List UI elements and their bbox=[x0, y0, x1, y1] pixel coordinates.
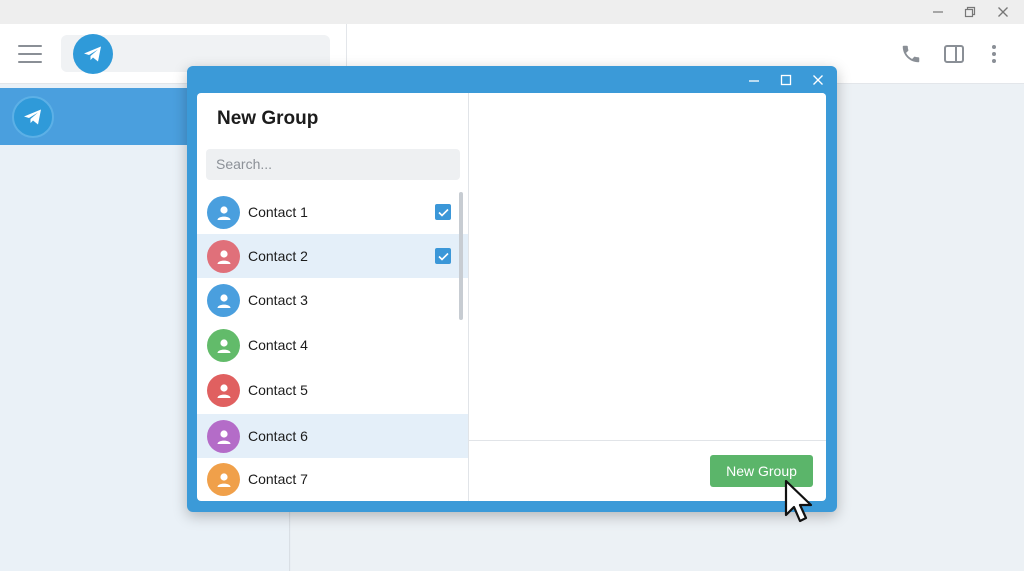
app-titlebar bbox=[0, 0, 1024, 24]
minimize-icon[interactable] bbox=[927, 2, 949, 22]
contact-row-6[interactable]: Contact 6 bbox=[197, 414, 468, 458]
dialog-maximize-icon[interactable] bbox=[775, 70, 797, 90]
contact-row-1[interactable]: Contact 1 bbox=[197, 190, 468, 234]
contact-avatar bbox=[207, 420, 240, 453]
restore-icon[interactable] bbox=[959, 2, 981, 22]
footer-divider bbox=[469, 440, 826, 441]
telegram-logo-icon bbox=[73, 34, 113, 74]
dialog-title: New Group bbox=[217, 108, 319, 129]
dialog-minimize-icon[interactable] bbox=[743, 70, 765, 90]
telegram-logo-icon bbox=[12, 96, 54, 138]
new-group-dialog: New Group Search... Contact 1 Contact 2 … bbox=[187, 66, 837, 512]
contact-name: Contact 3 bbox=[248, 292, 308, 308]
contact-avatar bbox=[207, 240, 240, 273]
contact-search-input[interactable]: Search... bbox=[206, 149, 460, 180]
contact-name: Contact 2 bbox=[248, 248, 308, 264]
sidebar-toggle-icon[interactable] bbox=[941, 42, 967, 66]
dialog-close-icon[interactable] bbox=[807, 70, 829, 90]
hamburger-icon[interactable] bbox=[18, 45, 42, 63]
contact-row-2[interactable]: Contact 2 bbox=[197, 234, 468, 278]
phone-icon[interactable] bbox=[898, 42, 924, 66]
selected-members-pane bbox=[469, 93, 826, 440]
contact-checkbox[interactable] bbox=[435, 248, 451, 264]
dialog-body: New Group Search... Contact 1 Contact 2 … bbox=[197, 93, 826, 501]
contact-row-7[interactable]: Contact 7 bbox=[197, 457, 468, 501]
contact-row-4[interactable]: Contact 4 bbox=[197, 323, 468, 367]
contact-avatar bbox=[207, 463, 240, 496]
contact-avatar bbox=[207, 284, 240, 317]
contact-row-3[interactable]: Contact 3 bbox=[197, 278, 468, 322]
contact-avatar bbox=[207, 329, 240, 362]
contact-name: Contact 5 bbox=[248, 382, 308, 398]
contact-name: Contact 6 bbox=[248, 428, 308, 444]
mouse-cursor-icon bbox=[784, 479, 813, 523]
contact-list: Contact 1 Contact 2 Contact 3 Contact 4 … bbox=[197, 190, 468, 501]
contact-avatar bbox=[207, 196, 240, 229]
more-vertical-icon[interactable] bbox=[981, 42, 1007, 66]
contact-row-5[interactable]: Contact 5 bbox=[197, 368, 468, 412]
contact-list-scrollbar[interactable] bbox=[459, 192, 463, 320]
contact-name: Contact 1 bbox=[248, 204, 308, 220]
close-icon[interactable] bbox=[992, 2, 1014, 22]
contact-name: Contact 4 bbox=[248, 337, 308, 353]
contact-checkbox[interactable] bbox=[435, 204, 451, 220]
contact-name: Contact 7 bbox=[248, 471, 308, 487]
contact-avatar bbox=[207, 374, 240, 407]
